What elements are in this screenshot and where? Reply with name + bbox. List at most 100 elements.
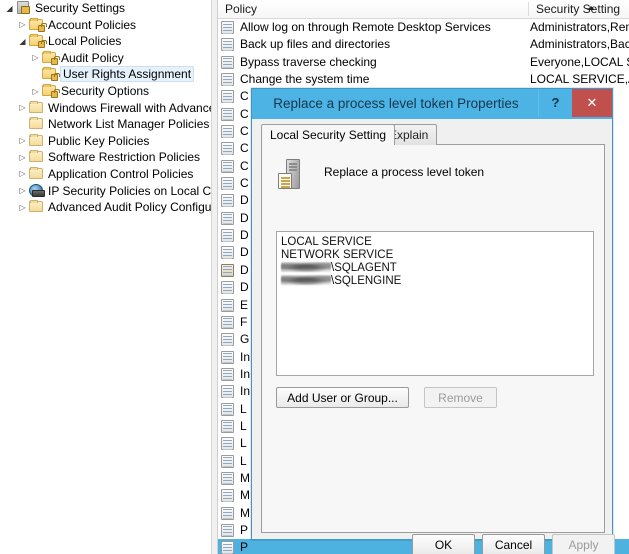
tree-item-application-control-policies[interactable]: ▷ Application Control Policies [0, 166, 216, 183]
tree-item-label: Audit Policy [61, 50, 124, 65]
policy-icon [221, 55, 234, 69]
cell-policy: Allow log on through Remote Desktop Serv… [240, 20, 491, 34]
chevron-down-icon[interactable]: ◢ [4, 1, 15, 18]
tree-item-network-list-manager-policies[interactable]: Network List Manager Policies [0, 116, 216, 133]
chevron-right-icon[interactable]: ▷ [17, 183, 28, 200]
tree-item-label: Network List Manager Policies [48, 117, 210, 132]
cell-security-setting: Administrators,Remo [530, 20, 629, 34]
folder-icon [28, 166, 45, 180]
tree-item-security-options[interactable]: ▷ Security Options [0, 83, 216, 100]
dialog-body: Local Security Setting Explain Replace a… [255, 120, 615, 554]
account-name-label: \SQLAGENT [331, 262, 397, 274]
table-row[interactable]: Change the system time LOCAL SERVICE,Adm [218, 71, 629, 88]
list-column-header: Policy Security Setting [218, 0, 629, 19]
tree-item-label: Security Settings [35, 1, 126, 15]
policy-name-label: Replace a process level token [324, 165, 485, 179]
apply-button: Apply [552, 534, 615, 554]
tree-item-label: Local Policies [48, 34, 122, 49]
policy-icon [221, 38, 234, 52]
dialog-tabstrip: Local Security Setting Explain [261, 124, 605, 145]
policy-icon [221, 21, 234, 34]
folder-lock-icon [41, 50, 60, 65]
policy-icon [221, 367, 234, 381]
folder-icon [28, 100, 45, 114]
list-item[interactable]: \SQLENGINE [281, 275, 593, 288]
chevron-right-icon[interactable]: ▷ [17, 166, 28, 183]
chevron-right-icon[interactable]: ▷ [17, 100, 28, 117]
tree-item-label: Software Restriction Policies [48, 150, 201, 165]
policy-icon [221, 73, 234, 87]
redacted-domain-icon [281, 262, 331, 272]
dialog-title-bar[interactable]: Replace a process level token Properties… [252, 89, 612, 119]
dialog-title: Replace a process level token Properties [273, 96, 519, 111]
policy-icon [221, 125, 234, 139]
help-button[interactable]: ? [538, 89, 572, 117]
chevron-right-icon[interactable]: ▷ [30, 50, 41, 67]
ip-security-icon [28, 183, 45, 197]
tree-item-label: User Rights Assignment [59, 66, 195, 83]
folder-lock-icon [41, 83, 60, 98]
policy-icon [221, 333, 234, 347]
column-header-security-setting[interactable]: Security Setting [529, 0, 629, 18]
cell-policy: Change the system time [240, 72, 370, 87]
policy-icon [221, 107, 234, 121]
tree-item-audit-policy[interactable]: ▷ Audit Policy [0, 50, 216, 67]
policy-properties-dialog: Replace a process level token Properties… [251, 88, 615, 554]
tree-item-windows-firewall-with-advanced-secu[interactable]: ▷ Windows Firewall with Advanced Secu [0, 100, 216, 117]
dialog-footer: OK Cancel Apply [262, 526, 618, 554]
cell-security-setting: Everyone,LOCAL SER [530, 54, 629, 69]
folder-lock-icon [28, 34, 47, 49]
tree-item-label: Public Key Policies [48, 133, 150, 148]
remove-button: Remove [424, 387, 497, 408]
chevron-down-icon[interactable]: ◢ [17, 34, 28, 51]
policy-icon [221, 402, 234, 416]
folder-lock-icon [28, 17, 47, 32]
tree-item-account-policies[interactable]: ▷ Account Policies [0, 17, 216, 34]
table-row[interactable]: Allow log on through Remote Desktop Serv… [218, 19, 629, 36]
table-row[interactable]: Bypass traverse checking Everyone,LOCAL S… [218, 54, 629, 71]
add-user-or-group-button[interactable]: Add User or Group... [276, 387, 409, 408]
chevron-right-icon[interactable]: ▷ [17, 17, 28, 34]
chevron-right-icon[interactable]: ▷ [17, 133, 28, 150]
policy-icon [221, 263, 234, 277]
tree-item-ip-security-policies-on-local-compute[interactable]: ▷ IP Security Policies on Local Compute [0, 183, 216, 200]
ok-button[interactable]: OK [412, 534, 475, 554]
policy-icon [221, 541, 234, 554]
list-item[interactable]: \SQLAGENT [281, 262, 593, 275]
chevron-right-icon[interactable]: ▷ [17, 200, 28, 217]
tree-item-public-key-policies[interactable]: ▷ Public Key Policies [0, 133, 216, 150]
tree-item-software-restriction-policies[interactable]: ▷ Software Restriction Policies [0, 149, 216, 166]
cancel-button[interactable]: Cancel [482, 534, 545, 554]
tree-item-local-policies[interactable]: ◢ Local Policies [0, 33, 216, 50]
table-row[interactable]: Back up files and directories Administrat… [218, 36, 629, 53]
tree-item-label: Account Policies [48, 17, 137, 32]
cell-policy: Bypass traverse checking [240, 54, 377, 69]
chevron-right-icon[interactable]: ▷ [17, 150, 28, 167]
assigned-accounts-listbox[interactable]: LOCAL SERVICE NETWORK SERVICE \SQLAGENT \SQ… [276, 231, 594, 376]
policy-icon [221, 454, 234, 468]
policy-icon [221, 385, 234, 399]
tree-item-label: IP Security Policies on Local Compute [48, 183, 216, 198]
account-name-label: \SQLENGINE [331, 275, 402, 287]
tree-item-security-settings[interactable]: ◢ Security Settings [0, 0, 216, 17]
policy-icon [221, 246, 234, 260]
tree-item-label: Advanced Audit Policy Configuration [48, 200, 216, 215]
column-header-policy[interactable]: Policy [218, 0, 528, 18]
chevron-right-icon[interactable]: ▷ [30, 84, 41, 101]
folder-icon [28, 133, 45, 147]
close-icon[interactable]: ✕ [572, 89, 612, 117]
list-item[interactable]: NETWORK SERVICE [281, 249, 593, 262]
pane-splitter[interactable] [211, 0, 218, 554]
policy-icon [221, 523, 234, 537]
policy-icon [221, 159, 234, 173]
tab-local-security-setting[interactable]: Local Security Setting [261, 124, 396, 145]
tree-item-advanced-audit-policy-configuration[interactable]: ▷ Advanced Audit Policy Configuration [0, 199, 216, 216]
policy-icon [221, 437, 234, 451]
tree-item-user-rights-assignment[interactable]: User Rights Assignment [0, 66, 216, 83]
cell-security-setting: LOCAL SERVICE,Adm [530, 72, 629, 87]
list-item[interactable]: LOCAL SERVICE [281, 236, 593, 249]
console-tree-pane: ◢ Security Settings ▷ Account Policies ◢ Loca… [0, 0, 216, 554]
tree-item-label: Windows Firewall with Advanced Secu [48, 100, 216, 115]
